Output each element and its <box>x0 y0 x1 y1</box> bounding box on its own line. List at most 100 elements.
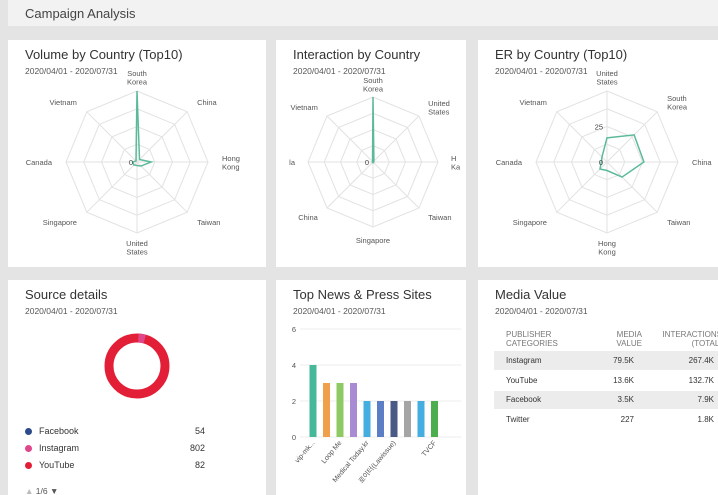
cell-interactions: 267.4K <box>644 351 718 371</box>
donut-slice-instagram <box>138 333 146 344</box>
legend-pager[interactable]: ▲ 1/6 ▼ <box>25 486 58 495</box>
cell-interactions: 132.7K <box>644 370 718 391</box>
volume-by-country-card: Volume by Country (Top10) 2020/04/01 - 2… <box>8 40 266 267</box>
source-details-card: Source details 2020/04/01 - 2020/07/31 F… <box>8 280 266 495</box>
radar-axis-label: United States <box>126 239 148 257</box>
legend-count: 802 <box>189 443 205 453</box>
radar-chart-interaction: 0 South Korea United States H Ka Taiwan Singapor… <box>289 76 461 245</box>
radar-tick-label: 0 <box>129 158 133 167</box>
legend-item-instagram[interactable]: Instagram 802 <box>25 443 205 455</box>
legend-item-youtube[interactable]: YouTube 82 <box>25 460 205 472</box>
radar-axis-label: H Ka <box>451 154 461 172</box>
radar-axis-label: China <box>692 158 712 167</box>
radar-axis-label: South Korea <box>363 76 384 94</box>
cell-interactions: 1.8K <box>644 409 718 430</box>
card-title: Source details <box>25 287 108 302</box>
news-bar-chart: 0246vip-mk... Loop MeMedical Today.kr로이터(… <box>292 325 461 485</box>
facebook-dot-icon <box>25 428 32 435</box>
radar-tick-label: 0 <box>365 158 369 167</box>
col-media-value[interactable]: MEDIA VALUE <box>584 329 644 351</box>
bar-mark <box>323 383 330 437</box>
legend-count: 82 <box>194 460 205 470</box>
radar-tick-label: 25 <box>595 123 603 132</box>
radar-axis-label: United States <box>428 99 450 117</box>
media-value-card: Media Value 2020/04/01 - 2020/07/31 PUBL… <box>478 280 718 495</box>
page-title: Campaign Analysis <box>25 6 136 21</box>
radar-axis-label: Taiwan <box>667 218 690 227</box>
radar-axis-label: Singapore <box>356 236 390 245</box>
pager-up-icon[interactable]: ▲ <box>25 486 33 495</box>
legend-label: Facebook <box>39 426 79 436</box>
legend-label: Instagram <box>39 443 80 453</box>
card-title: Media Value <box>495 287 567 302</box>
bar-x-tick-label: Loop Me <box>321 440 344 465</box>
legend-count: 54 <box>194 426 205 436</box>
radar-axis-label: China <box>298 213 318 222</box>
radar-axis-label: Canada <box>26 158 53 167</box>
cell-category: Facebook <box>494 390 584 410</box>
bar-y-tick-label: 4 <box>292 361 296 370</box>
col-interactions[interactable]: INTERACTIONS (TOTAL) <box>644 329 718 351</box>
cell-media-value: 79.5K <box>584 351 644 371</box>
table-row[interactable]: Facebook 3.5K 7.9K <box>494 390 718 410</box>
bar-x-tick-label: vip-mk... <box>294 440 316 465</box>
card-date-range: 2020/04/01 - 2020/07/31 <box>25 306 118 316</box>
card-date-range: 2020/04/01 - 2020/07/31 <box>293 306 386 316</box>
bar-x-tick-label: TVCF <box>421 440 438 459</box>
youtube-dot-icon <box>25 462 32 469</box>
radar-chart-er: 0 25 United States South Korea China Taiwan Hong… <box>496 69 713 257</box>
pager-down-icon[interactable]: ▼ <box>50 486 58 495</box>
pager-label: 1/6 <box>35 486 48 495</box>
bar-mark <box>377 401 384 437</box>
bar-mark <box>417 401 425 437</box>
legend-item-facebook[interactable]: Facebook 54 <box>25 426 205 438</box>
instagram-dot-icon <box>25 445 32 452</box>
radar-axis-label: South Korea <box>667 94 688 112</box>
bar-y-tick-label: 6 <box>292 325 296 334</box>
table-row[interactable]: YouTube 13.6K 132.7K <box>494 370 718 391</box>
table-row[interactable]: Twitter 227 1.8K <box>494 409 718 430</box>
table-row[interactable]: Instagram 79.5K 267.4K <box>494 351 718 371</box>
source-donut-chart <box>104 333 170 399</box>
bar-y-tick-label: 2 <box>292 397 296 406</box>
page-header: Campaign Analysis <box>8 0 718 26</box>
radar-axis-label: Vietnam <box>520 98 547 107</box>
radar-axis-label: United States <box>596 69 618 87</box>
col-publisher-categories[interactable]: PUBLISHER CATEGORIES <box>494 329 584 351</box>
bar-mark <box>404 401 411 437</box>
er-by-country-card: ER by Country (Top10) 2020/04/01 - 2020/… <box>478 40 718 267</box>
card-date-range: 2020/04/01 - 2020/07/31 <box>495 306 588 316</box>
cell-media-value: 227 <box>584 409 644 430</box>
bar-mark <box>309 365 317 437</box>
radar-axis-label: Taiwan <box>428 213 451 222</box>
cell-category: Twitter <box>494 409 584 430</box>
radar-axis-label: South Korea <box>127 69 148 87</box>
bar-mark <box>431 401 438 437</box>
radar-axis-label: Vietnam <box>50 98 77 107</box>
bar-mark <box>336 383 344 437</box>
bar-y-tick-label: 0 <box>292 433 296 442</box>
donut-slice-youtube <box>104 333 170 399</box>
legend-label: YouTube <box>39 460 75 470</box>
cell-media-value: 3.5K <box>584 390 644 410</box>
radar-tick-label: 0 <box>599 158 603 167</box>
radar-axis-label: Singapore <box>43 218 77 227</box>
bar-mark <box>390 401 398 437</box>
radar-axis-label: Taiwan <box>197 218 220 227</box>
radar-axis-label: Hong Kong <box>222 154 240 172</box>
radar-series-line <box>371 96 375 164</box>
radar-axis-label: la <box>289 158 296 167</box>
cell-category: Instagram <box>494 351 584 371</box>
bar-mark <box>363 401 371 437</box>
cell-interactions: 7.9K <box>644 390 718 410</box>
media-value-table: PUBLISHER CATEGORIES MEDIA VALUE INTERAC… <box>494 329 718 430</box>
radar-axis-label: Singapore <box>513 218 547 227</box>
card-title: Top News & Press Sites <box>293 287 432 302</box>
radar-chart-volume: 0 South Korea China Hong Kong Taiwan United Stat… <box>26 69 240 257</box>
cell-media-value: 13.6K <box>584 370 644 391</box>
table-header-row: PUBLISHER CATEGORIES MEDIA VALUE INTERAC… <box>494 329 718 351</box>
radar-axis-label: China <box>197 98 217 107</box>
radar-axis-label: Hong Kong <box>598 239 616 257</box>
cell-category: YouTube <box>494 370 584 391</box>
radar-axis-label: Vietnam <box>290 103 317 112</box>
